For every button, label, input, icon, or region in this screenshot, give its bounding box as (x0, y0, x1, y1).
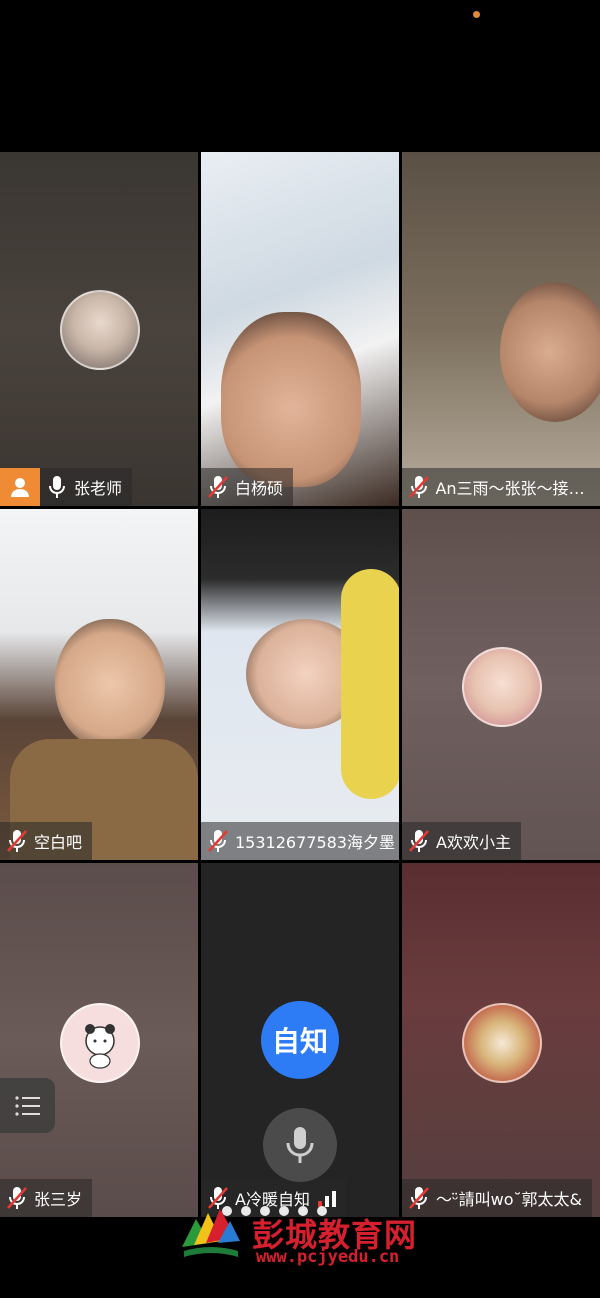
recording-dot (473, 11, 480, 18)
video-person (500, 282, 600, 422)
participant-label: An三雨～张张～接单… (402, 468, 600, 506)
video-person (221, 312, 361, 487)
mic-muted-icon (0, 822, 34, 860)
mic-muted-icon (201, 822, 235, 860)
participant-name: 空白吧 (34, 833, 83, 852)
list-icon (14, 1095, 40, 1116)
participant-name: 15312677583海夕墨 (235, 833, 395, 852)
person-icon (11, 478, 29, 497)
participant-name: ～ᵕ̈請叫wo˘郭太太& (436, 1190, 582, 1209)
watermark-url: www.pcjyedu.cn (256, 1247, 400, 1267)
mic-muted-icon (402, 468, 435, 506)
avatar (60, 1003, 140, 1083)
video-person (55, 619, 165, 749)
participant-tile[interactable]: A欢欢小主 (402, 509, 600, 860)
participant-name: 张三岁 (34, 1190, 83, 1209)
page-dot (241, 1206, 251, 1216)
mic-icon (40, 468, 74, 506)
participant-tile[interactable]: ～ᵕ̈請叫wo˘郭太太& (402, 863, 600, 1217)
participant-label: 张老师 (0, 468, 133, 506)
top-status-area (0, 0, 600, 152)
participant-tile[interactable]: 白杨硕 (201, 152, 399, 506)
mic-muted-icon (201, 468, 235, 506)
mic-muted-icon (402, 822, 436, 860)
participant-label: 张三岁 (0, 1179, 93, 1217)
participant-tile[interactable]: 空白吧 (0, 509, 198, 860)
participant-name: 张老师 (74, 479, 123, 498)
mic-icon (286, 1127, 314, 1163)
participant-name: 白杨硕 (235, 479, 284, 498)
avatar (462, 647, 542, 727)
participant-name: A欢欢小主 (436, 833, 511, 852)
participant-tile[interactable]: An三雨～张张～接单… (402, 152, 600, 506)
avatar (462, 1003, 542, 1083)
host-badge (0, 468, 40, 506)
avatar (60, 290, 140, 370)
self-avatar: 自知 (261, 1001, 339, 1079)
participant-label: 15312677583海夕墨 (201, 822, 399, 860)
participant-label: A欢欢小主 (402, 822, 521, 860)
participant-tile[interactable]: 张老师 (0, 152, 198, 506)
video-person-shirt (341, 569, 399, 799)
mic-muted-icon (0, 1179, 34, 1217)
participant-tile[interactable]: 15312677583海夕墨 (201, 509, 399, 860)
participant-label: 空白吧 (0, 822, 93, 860)
participant-list-button[interactable] (0, 1078, 55, 1133)
participant-tile[interactable]: 张三岁 (0, 863, 198, 1217)
watermark-logo (182, 1209, 240, 1257)
participant-label: 白杨硕 (201, 468, 294, 506)
participant-label: ～ᵕ̈請叫wo˘郭太太& (402, 1179, 592, 1217)
signal-icon (317, 1189, 336, 1207)
mic-toggle-button[interactable] (263, 1108, 337, 1182)
participant-name: An三雨～张张～接单… (435, 479, 598, 498)
